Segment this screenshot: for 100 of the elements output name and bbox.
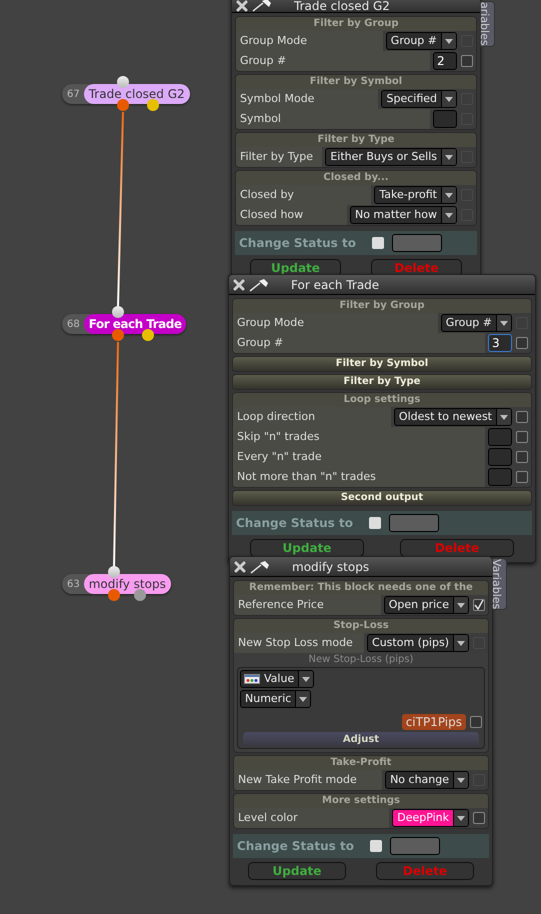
section-header[interactable]: Remember: This block needs one of the (234, 581, 488, 595)
pin-icon (249, 278, 269, 292)
field-label: Skip "n" trades (233, 427, 485, 447)
field-label: Group # (233, 333, 485, 353)
input-field[interactable]: 3 (488, 334, 512, 352)
caret-icon (445, 192, 453, 198)
field-label: Group # (236, 51, 430, 71)
checkbox[interactable] (368, 517, 381, 529)
variables-tab[interactable]: Variables (492, 558, 507, 610)
input-port[interactable] (117, 76, 129, 88)
section-header[interactable]: More settings (234, 794, 488, 808)
dropdown[interactable]: Oldest to newest (394, 408, 512, 426)
input-field[interactable] (392, 234, 442, 252)
input-port[interactable] (108, 566, 120, 578)
input-field[interactable] (488, 448, 512, 466)
output-port[interactable] (108, 589, 120, 601)
section-header[interactable]: Filter by Symbol (233, 357, 531, 371)
caret-icon (445, 38, 453, 44)
checkbox[interactable] (370, 840, 382, 852)
pin-icon (252, 0, 272, 12)
field-label: Group Mode (233, 313, 438, 333)
flow-node[interactable]: 68 For each Trade (62, 314, 186, 334)
pin-icon (250, 560, 270, 574)
input-field[interactable] (488, 428, 512, 446)
caret-icon (500, 414, 508, 420)
caret-icon (445, 154, 453, 160)
field-label: Symbol (236, 109, 430, 129)
field-label: Filter by Type (236, 147, 322, 167)
field-label: Closed how (236, 205, 347, 225)
section-header[interactable]: Loop settings (233, 393, 531, 407)
field-label: Loop direction (233, 407, 391, 427)
input-field[interactable]: 2 (433, 52, 457, 70)
output-port[interactable] (134, 589, 146, 601)
node-label: modify stops (84, 574, 171, 594)
section-header[interactable]: Filter by Group (233, 299, 531, 313)
node-number: 67 (66, 88, 81, 102)
checkbox[interactable] (516, 431, 528, 443)
section-header[interactable]: Stop-Loss (234, 619, 488, 633)
dropdown[interactable]: Open price (384, 596, 469, 614)
field-label: Reference Price (234, 595, 381, 615)
palette-icon (244, 674, 260, 684)
input-port[interactable] (112, 306, 124, 318)
window-title: Trade closed G2 (294, 0, 390, 12)
window-title: For each Trade (291, 276, 380, 294)
close-icon (233, 278, 245, 290)
adjust-button[interactable]: Adjust (243, 732, 479, 746)
field-label: New Stop Loss mode (234, 633, 364, 653)
caret-icon (457, 640, 465, 646)
section-header[interactable]: Filter by Symbol (236, 75, 476, 89)
checkbox[interactable] (516, 471, 528, 483)
close-icon (236, 0, 248, 12)
output-port[interactable] (117, 99, 129, 111)
section-header[interactable]: Closed by... (236, 171, 476, 185)
input-field[interactable] (388, 514, 439, 532)
output-port[interactable] (147, 99, 159, 111)
update-button[interactable]: Update (250, 539, 364, 557)
caret-icon (302, 676, 310, 682)
update-button[interactable]: Update (248, 862, 346, 880)
checkbox[interactable] (473, 812, 485, 824)
node-label: For each Trade (84, 314, 186, 334)
node-number: 68 (66, 318, 81, 332)
caret-icon (299, 696, 308, 702)
section-header[interactable]: Filter by Type (236, 133, 476, 147)
input-field[interactable] (390, 837, 440, 855)
field-label: Group Mode (236, 31, 383, 51)
variable-chip[interactable]: ciTP1Pips (402, 714, 466, 730)
caret-icon (445, 212, 453, 218)
dropdown[interactable]: DeepPink (392, 809, 469, 827)
field-label: Level color (234, 808, 390, 828)
checkbox[interactable] (516, 411, 528, 423)
checkbox[interactable] (473, 599, 485, 611)
window-title: modify stops (292, 558, 370, 576)
dropdown[interactable]: Numeric (240, 690, 312, 708)
field-label: Closed by (236, 185, 372, 205)
checkbox[interactable] (461, 55, 473, 67)
variables-tab[interactable]: ariables (480, 1, 495, 47)
field-label: Symbol Mode (236, 89, 378, 109)
checkbox[interactable] (516, 451, 528, 463)
node-number: 63 (66, 578, 81, 592)
status-label: Change Status to (236, 515, 353, 532)
checkbox[interactable] (470, 716, 482, 728)
section-header[interactable]: Filter by Type (233, 375, 531, 389)
dropdown[interactable]: Value (240, 670, 314, 688)
caret-icon (500, 320, 508, 326)
output-port[interactable] (112, 329, 124, 341)
section-header[interactable]: Filter by Group (236, 17, 476, 31)
output-port[interactable] (142, 329, 154, 341)
flow-node[interactable]: 63 modify stops (62, 574, 171, 594)
checkbox[interactable] (516, 337, 528, 349)
input-field[interactable] (488, 468, 512, 486)
section-header[interactable]: Second output (233, 491, 531, 505)
field-label: Every "n" trade (233, 447, 485, 467)
status-label: Change Status to (237, 838, 354, 855)
section-header[interactable]: Take-Profit (234, 756, 488, 770)
checkbox[interactable] (372, 237, 384, 249)
caret-icon (445, 96, 453, 102)
status-label: Change Status to (239, 235, 356, 252)
flow-node[interactable]: 67 Trade closed G2 (62, 84, 190, 104)
close-icon (234, 560, 246, 572)
subgroup-title: New Stop-Loss (pips) (308, 653, 414, 667)
